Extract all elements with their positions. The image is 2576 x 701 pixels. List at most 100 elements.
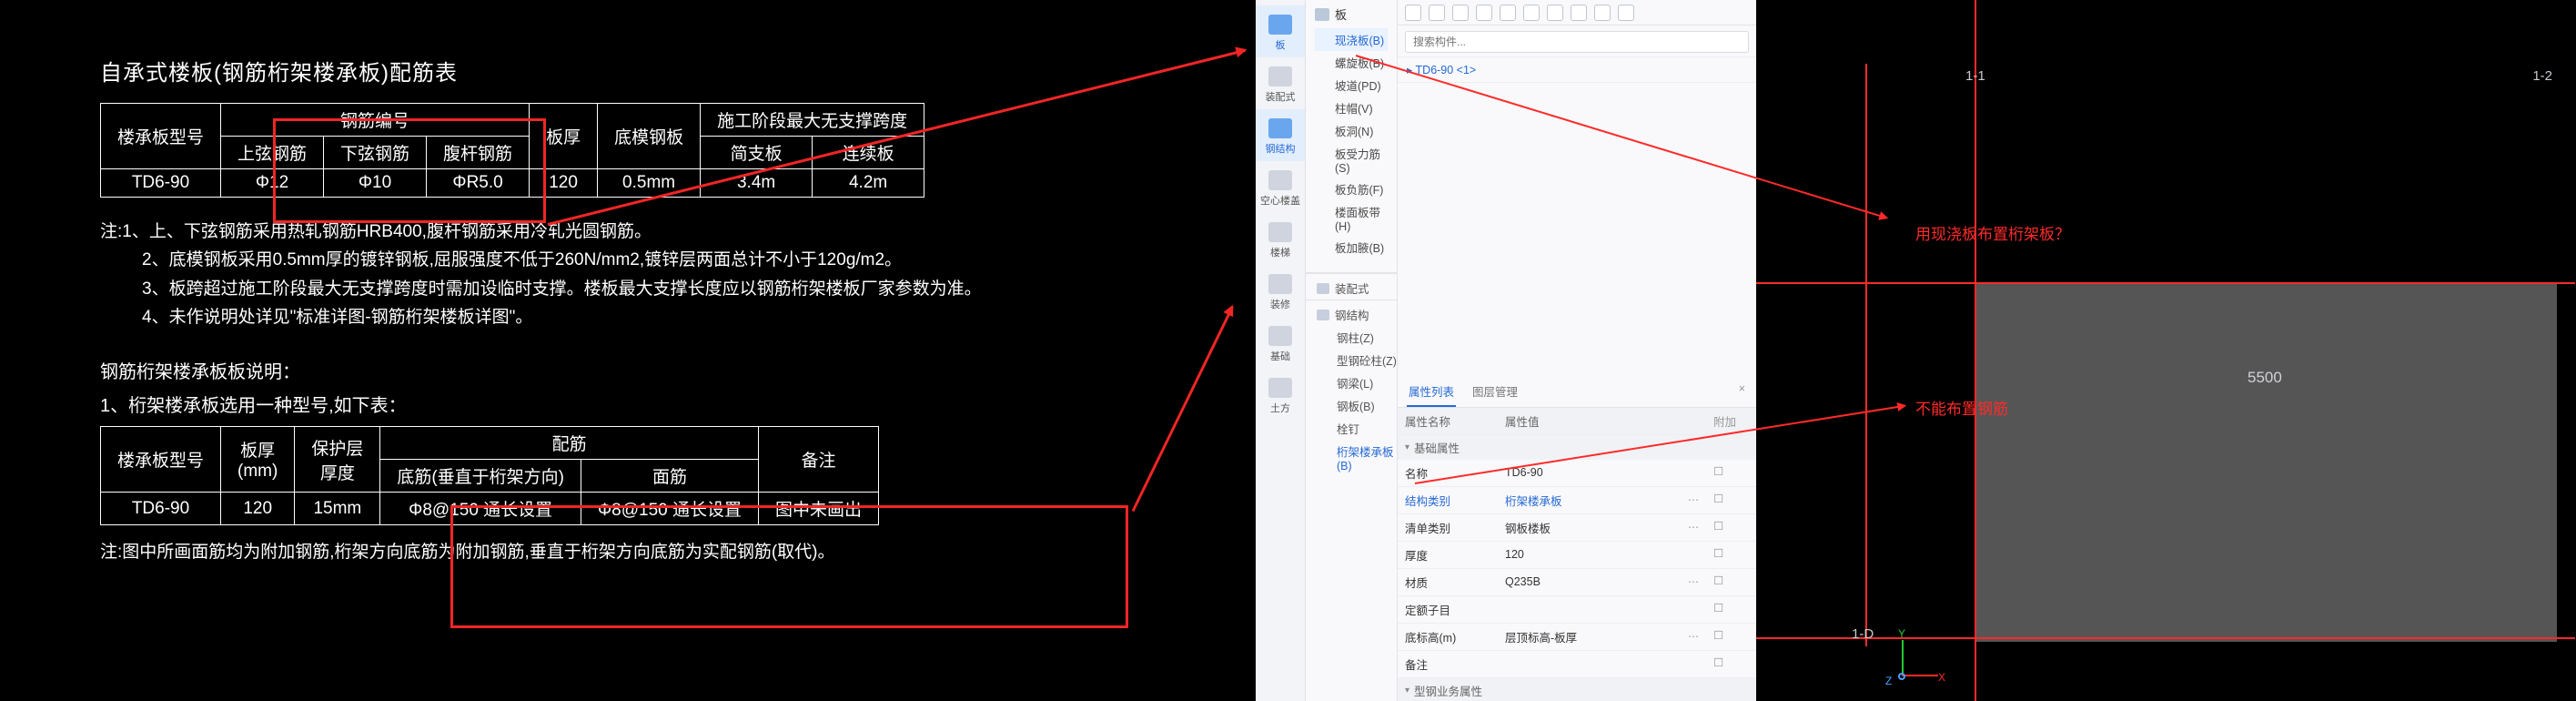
property-row[interactable]: 材质Q235B⋯☐ xyxy=(1398,569,1756,596)
property-tabs: 属性列表 图层管理 × xyxy=(1398,377,1756,408)
property-value[interactable]: 桁架楼承板⋯ xyxy=(1498,487,1706,513)
cad-viewport[interactable]: 1-1 1-2 1-D 5500 用现浇板布置桁架板？ 不能布置钢筋 Y X Z xyxy=(1756,0,2575,701)
steel-section-header[interactable]: 钢结构 xyxy=(1306,300,1397,326)
property-row[interactable]: 清单类别钢板楼板⋯☐ xyxy=(1398,514,1756,542)
hdr-lower: 下弦钢筋 xyxy=(324,137,427,169)
steel-list-item[interactable]: 钢板(B) xyxy=(1306,394,1397,417)
tab-layer-manage[interactable]: 图层管理 xyxy=(1470,377,1520,407)
slab-type-item[interactable]: 板加腋(B) xyxy=(1315,236,1388,259)
toolbar-icon[interactable] xyxy=(1452,5,1469,21)
steel-list-item[interactable]: 钢梁(L) xyxy=(1306,371,1397,394)
palette-item-5[interactable]: 装修 xyxy=(1256,265,1305,317)
slab-type-item[interactable]: 板受力筋(S) xyxy=(1315,142,1388,178)
property-name: 名称 xyxy=(1398,460,1498,486)
annotation-1: 用现浇板布置桁架板？ xyxy=(1915,221,2070,244)
desc-line: 1、桁架楼承板选用一种型号,如下表： xyxy=(100,391,1156,417)
hdr-upper: 上弦钢筋 xyxy=(221,137,324,169)
property-row[interactable]: 底标高(m)层顶标高-板厚⋯☐ xyxy=(1398,624,1756,651)
property-value[interactable] xyxy=(1498,651,1706,677)
component-tree-item[interactable]: ▸ TD6-90 <1> xyxy=(1398,57,1756,83)
palette-item-7[interactable]: 土方 xyxy=(1256,369,1305,421)
prop-group-basic[interactable]: 基础属性 xyxy=(1398,435,1756,460)
property-extra[interactable]: ☐ xyxy=(1706,487,1756,513)
steel-list-item[interactable]: 钢柱(Z) xyxy=(1306,326,1397,349)
hdr-rebar-code: 钢筋编号 xyxy=(221,104,530,137)
property-extra[interactable]: ☐ xyxy=(1706,651,1756,677)
toolbar-icon[interactable] xyxy=(1405,5,1421,21)
palette-item-4[interactable]: 楼梯 xyxy=(1256,213,1305,265)
property-value[interactable] xyxy=(1498,596,1706,623)
toolbar-icon[interactable] xyxy=(1429,5,1445,21)
slab-type-item[interactable]: 柱帽(V) xyxy=(1315,97,1388,119)
toolbar-icon[interactable] xyxy=(1500,5,1516,21)
steel-list-item[interactable]: 桁架楼承板(B) xyxy=(1306,440,1397,475)
property-name: 备注 xyxy=(1398,651,1498,677)
slab-type-item[interactable]: 螺旋板(B) xyxy=(1315,51,1388,74)
tab-property-list[interactable]: 属性列表 xyxy=(1407,377,1456,407)
drawing-title: 自承式楼板(钢筋桁架楼承板)配筋表 xyxy=(100,55,1156,86)
property-extra[interactable]: ☐ xyxy=(1706,596,1756,623)
toolbar-icon[interactable] xyxy=(1618,5,1634,21)
property-name: 底标高(m) xyxy=(1398,624,1498,650)
property-value[interactable]: Q235B⋯ xyxy=(1498,569,1706,595)
close-icon[interactable]: × xyxy=(1737,377,1747,407)
property-name: 清单类别 xyxy=(1398,514,1498,541)
prop-group-steel[interactable]: 型钢业务属性 xyxy=(1398,678,1756,701)
slab-region[interactable] xyxy=(1975,282,2557,642)
palette-item-3[interactable]: 空心楼盖 xyxy=(1256,161,1305,213)
dropdown-icon[interactable]: ⋯ xyxy=(1688,521,1699,533)
property-row[interactable]: 定额子目 ☐ xyxy=(1398,596,1756,624)
property-row[interactable]: 厚度120☐ xyxy=(1398,542,1756,569)
slab-type-item[interactable]: 楼面板带(H) xyxy=(1315,200,1388,236)
col-prop-val: 属性值 xyxy=(1498,408,1706,434)
property-extra[interactable]: ☐ xyxy=(1706,514,1756,541)
palette-icon xyxy=(1268,222,1292,242)
property-extra[interactable]: ☐ xyxy=(1706,624,1756,650)
palette-item-2[interactable]: 钢结构 xyxy=(1256,109,1305,161)
property-row[interactable]: 名称TD6-90☐ xyxy=(1398,460,1756,487)
property-value[interactable]: TD6-90 xyxy=(1498,460,1706,486)
property-value[interactable]: 120 xyxy=(1498,542,1706,568)
steel-icon xyxy=(1317,310,1329,320)
palette-item-6[interactable]: 基础 xyxy=(1256,317,1305,369)
property-row[interactable]: 备注 ☐ xyxy=(1398,651,1756,678)
property-table: 属性名称 属性值 附加 基础属性 名称TD6-90☐结构类别桁架楼承板⋯☐清单类… xyxy=(1398,408,1756,701)
property-value[interactable]: 层顶标高-板厚⋯ xyxy=(1498,624,1706,650)
search-input[interactable] xyxy=(1405,31,1749,53)
toolbar-icon[interactable] xyxy=(1523,5,1540,21)
property-row[interactable]: 结构类别桁架楼承板⋯☐ xyxy=(1398,487,1756,514)
palette-item-1[interactable]: 装配式 xyxy=(1256,57,1305,109)
property-extra[interactable]: ☐ xyxy=(1706,542,1756,568)
ucs-icon: Y X Z xyxy=(1885,633,1940,687)
steel-list-item[interactable]: 型钢砼柱(Z) xyxy=(1306,349,1397,371)
toolbar-icon[interactable] xyxy=(1547,5,1563,21)
dropdown-icon[interactable]: ⋯ xyxy=(1688,630,1699,643)
slab-type-item[interactable]: 板负筋(F) xyxy=(1315,178,1388,200)
toolbar-icon[interactable] xyxy=(1571,5,1587,21)
grid-line-h2 xyxy=(1756,282,2575,284)
property-extra[interactable]: ☐ xyxy=(1706,569,1756,595)
palette-item-0[interactable]: 板 xyxy=(1256,5,1305,57)
hdr-web: 腹杆钢筋 xyxy=(427,137,530,169)
mode-header-assembly[interactable]: 装配式 xyxy=(1306,274,1397,300)
property-value[interactable]: 钢板楼板⋯ xyxy=(1498,514,1706,541)
hdr-span: 施工阶段最大无支撑跨度 xyxy=(701,104,924,137)
property-name: 定额子目 xyxy=(1398,596,1498,623)
toolbar-icon[interactable] xyxy=(1476,5,1492,21)
dropdown-icon[interactable]: ⋯ xyxy=(1688,575,1699,588)
slab-type-item[interactable]: 板洞(N) xyxy=(1315,119,1388,142)
slab-type-item[interactable]: 现浇板(B) xyxy=(1315,28,1388,51)
palette-icon xyxy=(1268,170,1292,190)
slab-type-item[interactable]: 坡道(PD) xyxy=(1315,74,1388,97)
assembly-icon xyxy=(1317,283,1329,294)
steel-item-list: 钢柱(Z)型钢砼柱(Z)钢梁(L)钢板(B)栓钉桁架楼承板(B) xyxy=(1306,326,1397,481)
property-extra[interactable]: ☐ xyxy=(1706,460,1756,486)
cad-drawing-panel: 自承式楼板(钢筋桁架楼承板)配筋表 楼承板型号 钢筋编号 板厚 底模钢板 施工阶… xyxy=(0,0,1256,701)
grid-label-11: 1-1 xyxy=(1965,68,1985,84)
grid-line-v1 xyxy=(1975,0,1976,701)
dropdown-icon[interactable]: ⋯ xyxy=(1688,493,1699,506)
palette-icon xyxy=(1268,378,1292,398)
toolbar-icon[interactable] xyxy=(1594,5,1611,21)
steel-list-item[interactable]: 栓钉 xyxy=(1306,417,1397,440)
table-row: TD6-90 Φ12 Φ10 ΦR5.0 120 0.5mm 3.4m 4.2m xyxy=(101,169,924,198)
